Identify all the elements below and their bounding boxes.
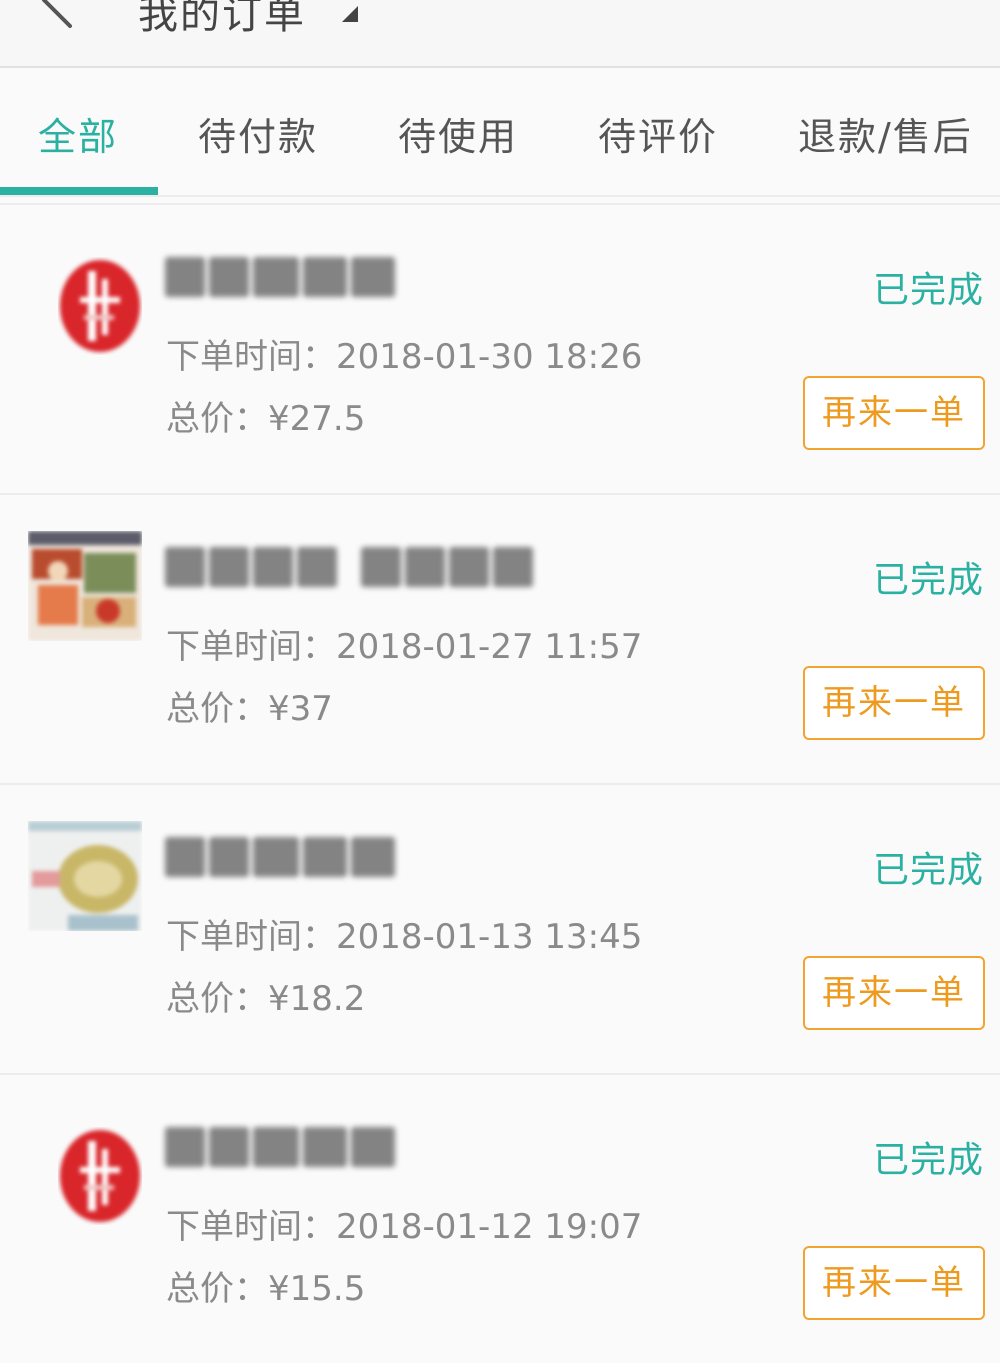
shop-name-redacted [165, 257, 399, 301]
order-status: 已完成 [872, 270, 984, 311]
order-card[interactable]: 已完成 下单时间：2018-01-12 19:07 总价：¥15.5 再来一单 [0, 1073, 1000, 1363]
tab-refund-after-sales[interactable]: 退款/售后 [798, 106, 973, 161]
order-total: 总价：¥27.5 [166, 399, 366, 439]
order-list: 已完成 下单时间：2018-01-30 18:26 总价：¥27.5 再来一单 … [0, 203, 1000, 1363]
order-card[interactable]: 已完成 下单时间：2018-01-30 18:26 总价：¥27.5 再来一单 [0, 203, 1000, 493]
tab-to-review[interactable]: 待评价 [598, 106, 718, 161]
order-card[interactable]: 已完成 下单时间：2018-01-13 13:45 总价：¥18.2 再来一单 [0, 783, 1000, 1073]
order-total: 总价：¥37 [166, 689, 333, 729]
page-title: 我的订单 [138, 0, 306, 38]
reorder-button[interactable]: 再来一单 [803, 376, 985, 450]
order-status: 已完成 [872, 560, 984, 601]
shop-logo [58, 257, 142, 355]
order-status: 已完成 [872, 1140, 984, 1181]
tab-all[interactable]: 全部 [38, 106, 118, 161]
order-time: 下单时间：2018-01-27 11:57 [166, 627, 643, 667]
reorder-button[interactable]: 再来一单 [803, 666, 985, 740]
shop-name-redacted [165, 837, 399, 881]
shop-logo [58, 1127, 142, 1225]
dropdown-caret-icon[interactable] [340, 4, 360, 24]
reorder-button[interactable]: 再来一单 [803, 956, 985, 1030]
shop-name-redacted [165, 547, 537, 591]
order-time: 下单时间：2018-01-30 18:26 [166, 337, 643, 377]
top-bar: 我的订单 [0, 0, 1000, 68]
order-status: 已完成 [872, 850, 984, 891]
order-card[interactable]: 已完成 下单时间：2018-01-27 11:57 总价：¥37 再来一单 [0, 493, 1000, 783]
order-time: 下单时间：2018-01-13 13:45 [166, 917, 643, 957]
order-total: 总价：¥15.5 [166, 1269, 366, 1309]
back-arrow-icon[interactable] [36, 0, 86, 30]
active-tab-indicator [0, 187, 158, 195]
shop-photo [28, 821, 142, 931]
shop-name-redacted [165, 1127, 399, 1171]
order-time: 下单时间：2018-01-12 19:07 [166, 1207, 643, 1247]
shop-photo [28, 531, 142, 641]
tab-to-use[interactable]: 待使用 [398, 106, 518, 161]
tab-pending-payment[interactable]: 待付款 [198, 106, 318, 161]
order-tabs: 全部 待付款 待使用 待评价 退款/售后 [0, 68, 1000, 197]
reorder-button[interactable]: 再来一单 [803, 1246, 985, 1320]
order-total: 总价：¥18.2 [166, 979, 366, 1019]
